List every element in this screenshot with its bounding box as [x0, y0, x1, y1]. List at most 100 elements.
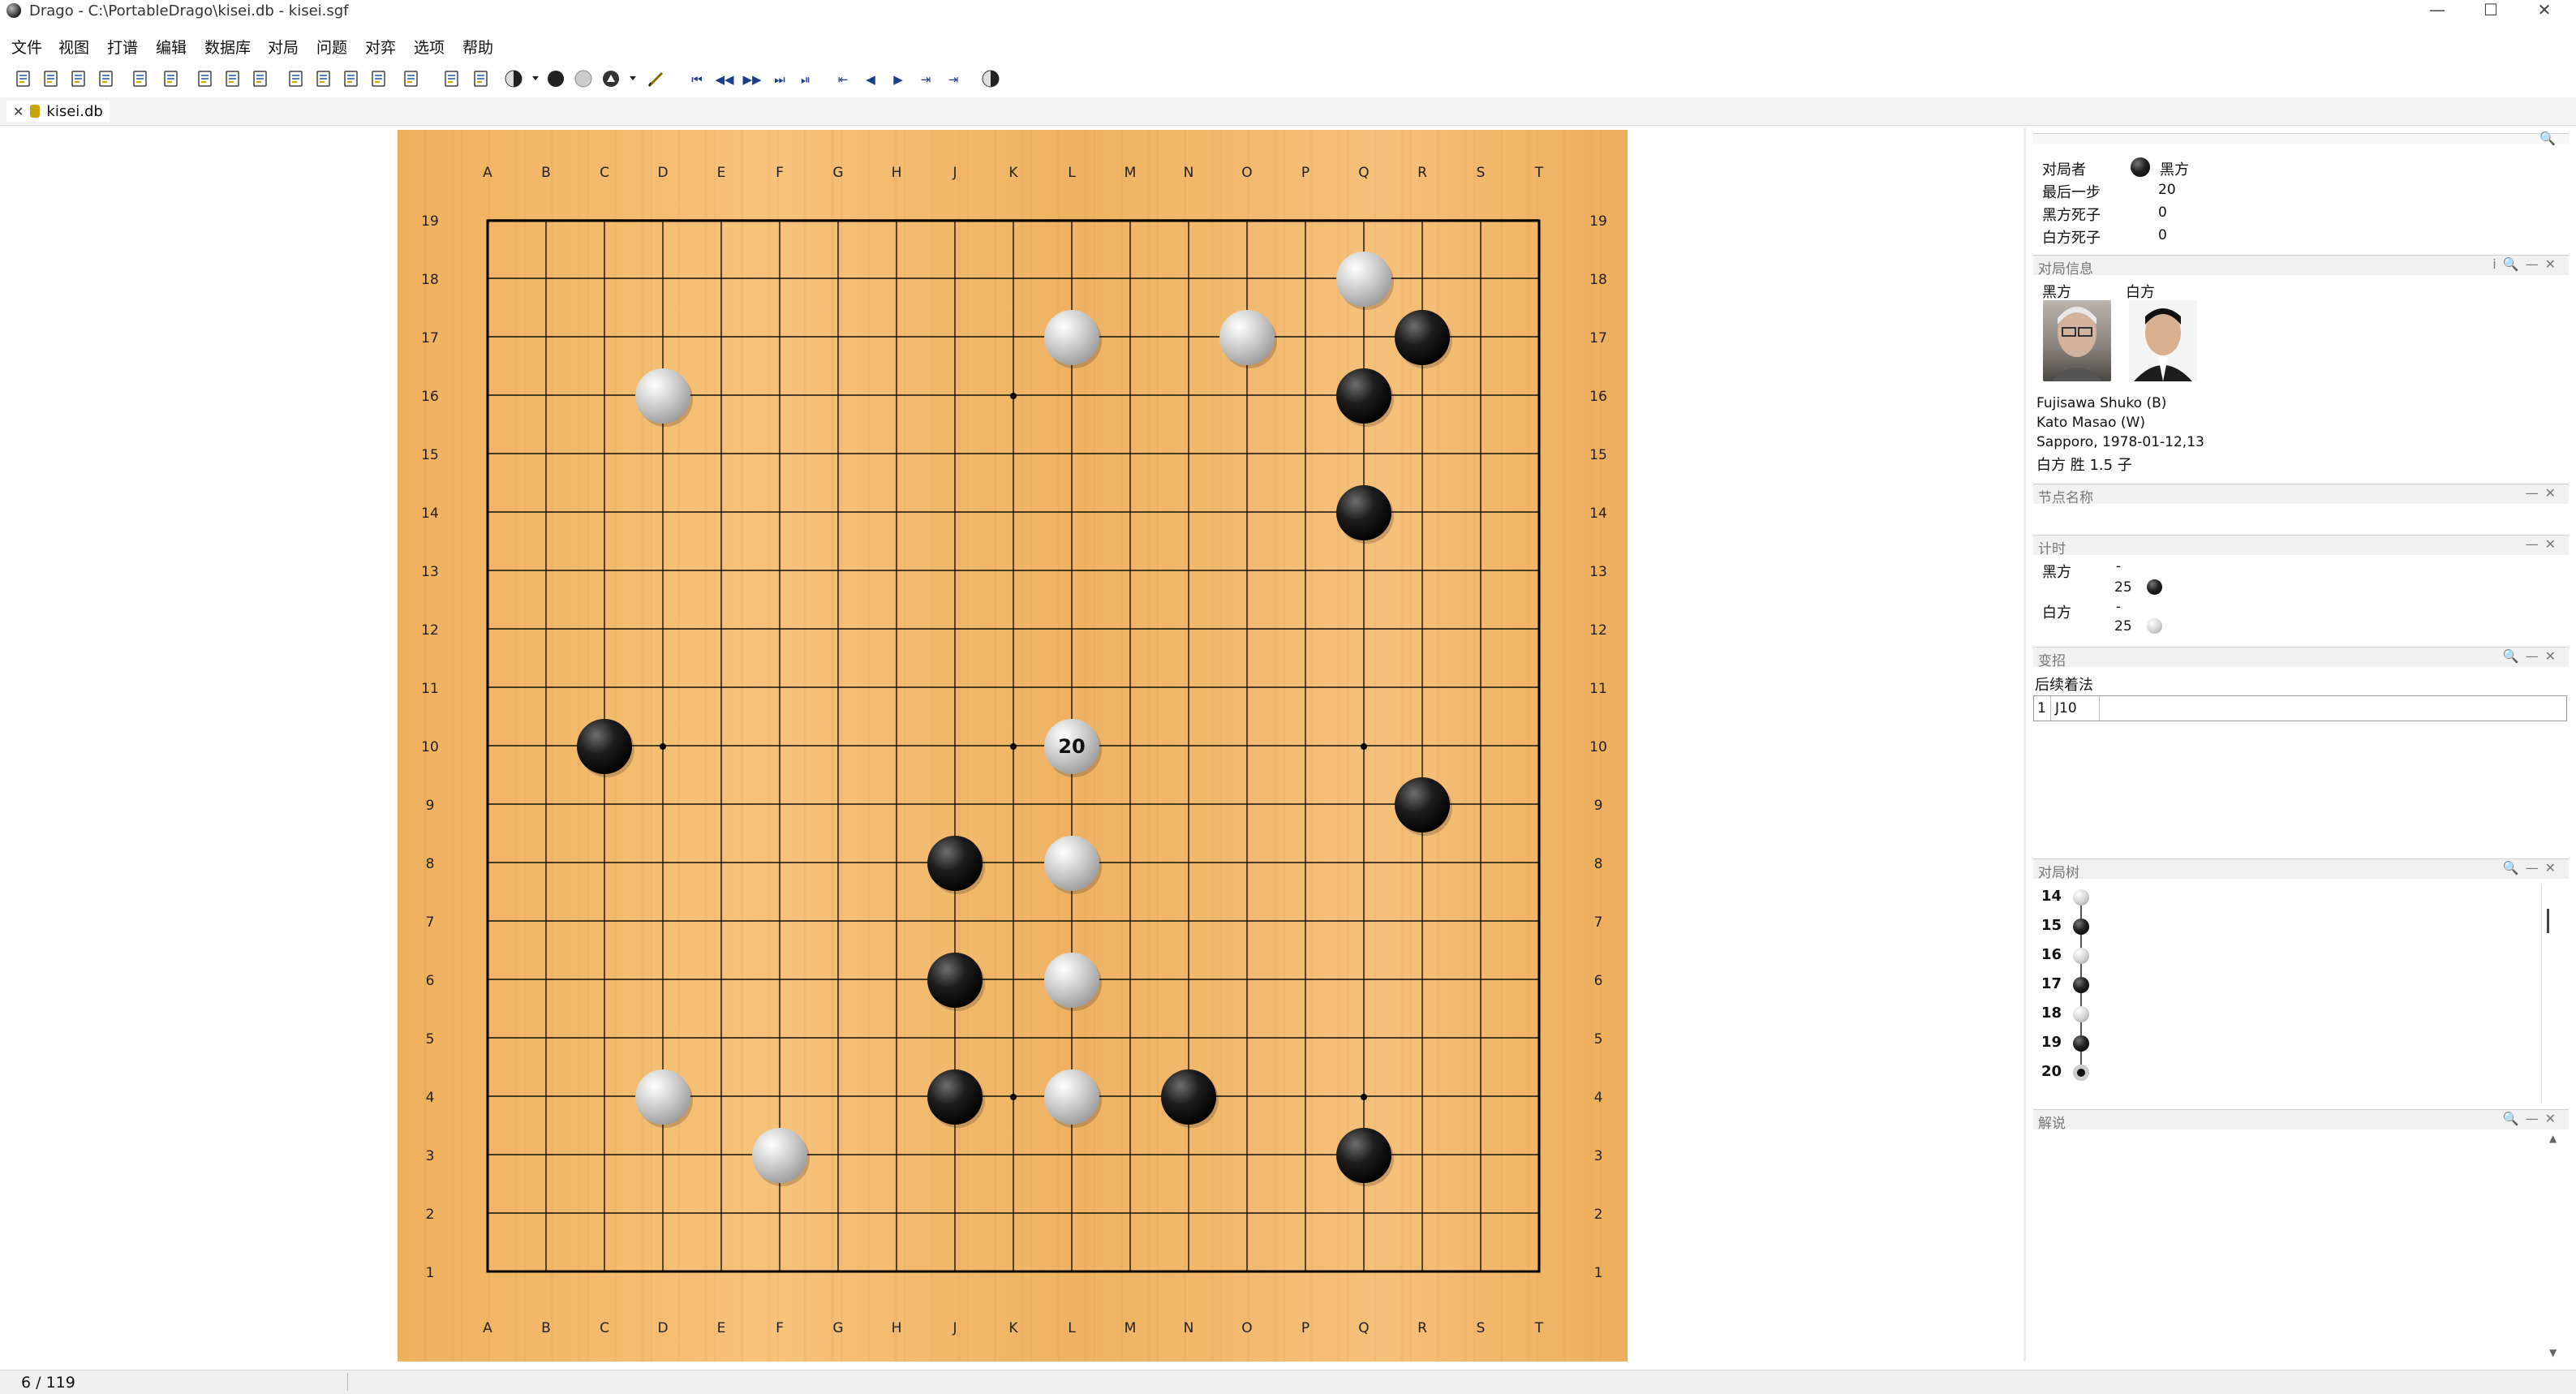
forward-icon[interactable]: ▶ — [888, 68, 909, 89]
maximize-button[interactable]: ☐ — [2468, 0, 2514, 21]
end-variation-icon[interactable]: ⇥ — [943, 68, 964, 89]
row-label: 9 — [426, 798, 435, 814]
star-point — [1010, 743, 1017, 750]
open-game-icon[interactable] — [313, 68, 334, 89]
panel-controls[interactable]: 🔍—✕ — [2503, 860, 2562, 876]
save-icon[interactable] — [68, 68, 89, 89]
print-icon[interactable] — [96, 68, 117, 89]
game-list-icon[interactable] — [195, 68, 216, 89]
white-stone-q18 — [1336, 252, 1391, 307]
tab-kisei-db[interactable]: ✕ kisei.db — [6, 101, 110, 122]
variation-move-j10[interactable]: J10 — [2055, 700, 2077, 716]
tree-node-17[interactable] — [2073, 977, 2089, 993]
column-label: H — [892, 1320, 902, 1336]
comment-textarea[interactable] — [2033, 1131, 2546, 1358]
panel-controls[interactable]: 🔍—✕ — [2503, 1111, 2562, 1126]
tree-node-20[interactable] — [2073, 1065, 2089, 1081]
black-stone-icon[interactable] — [545, 68, 566, 89]
game-list-check-icon[interactable] — [250, 68, 271, 89]
tools-icon[interactable] — [161, 68, 182, 89]
dropdown-icon[interactable] — [626, 68, 647, 89]
panel-controls[interactable]: —✕ — [2526, 536, 2562, 552]
menu-edit[interactable]: 编辑 — [156, 36, 187, 58]
white-stone-icon[interactable] — [573, 68, 594, 89]
engine-icon[interactable] — [980, 68, 1001, 89]
column-label: K — [1008, 165, 1018, 181]
comment-scrollbar[interactable]: ▲ ▼ — [2548, 1133, 2561, 1358]
black-stone-q14 — [1336, 485, 1391, 540]
column-label: B — [541, 165, 551, 181]
tree-node-19[interactable] — [2073, 1035, 2089, 1052]
search-pattern-icon[interactable] — [368, 68, 389, 89]
go-board[interactable]: A A B B C C D D E E F F G G H H J J K K L L M M N N O O P P Q Q R R S S T T 19… — [398, 130, 1628, 1362]
variations-title: 变招 — [2038, 653, 2066, 669]
tree-node-18[interactable] — [2073, 1006, 2089, 1022]
status-panel-tool-icon[interactable]: 🔍 — [2539, 131, 2562, 146]
close-window-button[interactable]: ✕ — [2522, 0, 2567, 21]
row-label: 15 — [421, 447, 439, 463]
column-label: S — [1477, 1320, 1486, 1336]
next-moves-label: 后续着法 — [2035, 677, 2093, 694]
next-moves-list[interactable]: 1 J10 — [2033, 695, 2567, 721]
open-file-icon[interactable] — [41, 68, 62, 89]
move-index: 1 — [2037, 700, 2046, 716]
menu-replay[interactable]: 打谱 — [107, 36, 138, 58]
open-folder-icon[interactable] — [130, 68, 151, 89]
panel-controls[interactable]: ⅰ🔍—✕ — [2492, 256, 2562, 272]
end-icon[interactable]: ⏯ — [795, 68, 816, 89]
next-variation-icon[interactable]: ⇥ — [915, 68, 936, 89]
game-info-title: 对局信息 — [2038, 261, 2093, 278]
new-file-icon[interactable] — [13, 68, 34, 89]
game-result: 白方 胜 1.5 子 — [2036, 457, 2132, 474]
board-canvas[interactable]: AABBCCDDEEFFGGHHJJKKLLMMNNOOPPQQRRSSTT19… — [398, 130, 1628, 1362]
place-date: Sapporo, 1978-01-12,13 — [2036, 434, 2204, 450]
panel-controls[interactable]: 🔍—✕ — [2503, 648, 2562, 664]
play-mode-icon[interactable] — [503, 68, 524, 89]
menu-database[interactable]: 数据库 — [204, 36, 251, 58]
panel-controls[interactable]: —✕ — [2526, 485, 2562, 501]
tree-node-number: 15 — [2041, 917, 2062, 934]
column-label: G — [832, 1320, 843, 1336]
branch-icon[interactable] — [471, 68, 492, 89]
fast-forward-icon[interactable]: ▶▶ — [742, 68, 763, 89]
white-stone-l17 — [1044, 310, 1099, 365]
stone-mark-icon[interactable] — [600, 68, 621, 89]
search-game-icon[interactable] — [341, 68, 362, 89]
panel-splitter[interactable] — [2023, 128, 2026, 1362]
menu-help[interactable]: 帮助 — [462, 36, 493, 58]
tree-node-16[interactable] — [2073, 948, 2089, 964]
last-move-icon[interactable]: ⏭ — [769, 68, 790, 89]
game-tree-scrollbar[interactable] — [2541, 884, 2555, 1104]
menu-file[interactable]: 文件 — [11, 36, 42, 58]
fast-back-icon[interactable]: ◀◀ — [714, 68, 735, 89]
new-game-icon[interactable] — [286, 68, 307, 89]
row-label: 12 — [421, 622, 439, 639]
star-point — [1010, 1094, 1017, 1100]
black-player-photo — [2043, 300, 2111, 381]
black-player-name: Fujisawa Shuko (B) — [2036, 395, 2167, 411]
first-move-icon[interactable]: ⏮ — [686, 68, 707, 89]
timing-title: 计时 — [2038, 541, 2066, 557]
prev-variation-icon[interactable]: ⇤ — [832, 68, 854, 89]
menu-problems[interactable]: 问题 — [316, 36, 347, 58]
variations-header: 变招 🔍—✕ — [2033, 647, 2569, 669]
menu-play[interactable]: 对弈 — [365, 36, 396, 58]
settings-icon[interactable] — [401, 68, 422, 89]
tree-node-15[interactable] — [2073, 919, 2089, 935]
undo-icon[interactable] — [441, 68, 462, 89]
game-list-edit-icon[interactable] — [222, 68, 243, 89]
tree-node-14[interactable] — [2073, 889, 2089, 906]
column-label: F — [776, 165, 784, 181]
white-stone-d16 — [635, 368, 690, 424]
row-label: 10 — [421, 739, 439, 755]
row-label: 2 — [426, 1207, 435, 1223]
menu-view[interactable]: 视图 — [58, 36, 89, 58]
tab-close-icon[interactable]: ✕ — [13, 104, 24, 119]
minimize-button[interactable]: — — [2415, 0, 2460, 21]
menu-options[interactable]: 选项 — [414, 36, 445, 58]
menu-game[interactable]: 对局 — [268, 36, 299, 58]
svg-text:⇤: ⇤ — [838, 72, 849, 87]
back-icon[interactable]: ◀ — [860, 68, 881, 89]
pen-icon[interactable] — [646, 68, 667, 89]
column-label: N — [1184, 1320, 1194, 1336]
